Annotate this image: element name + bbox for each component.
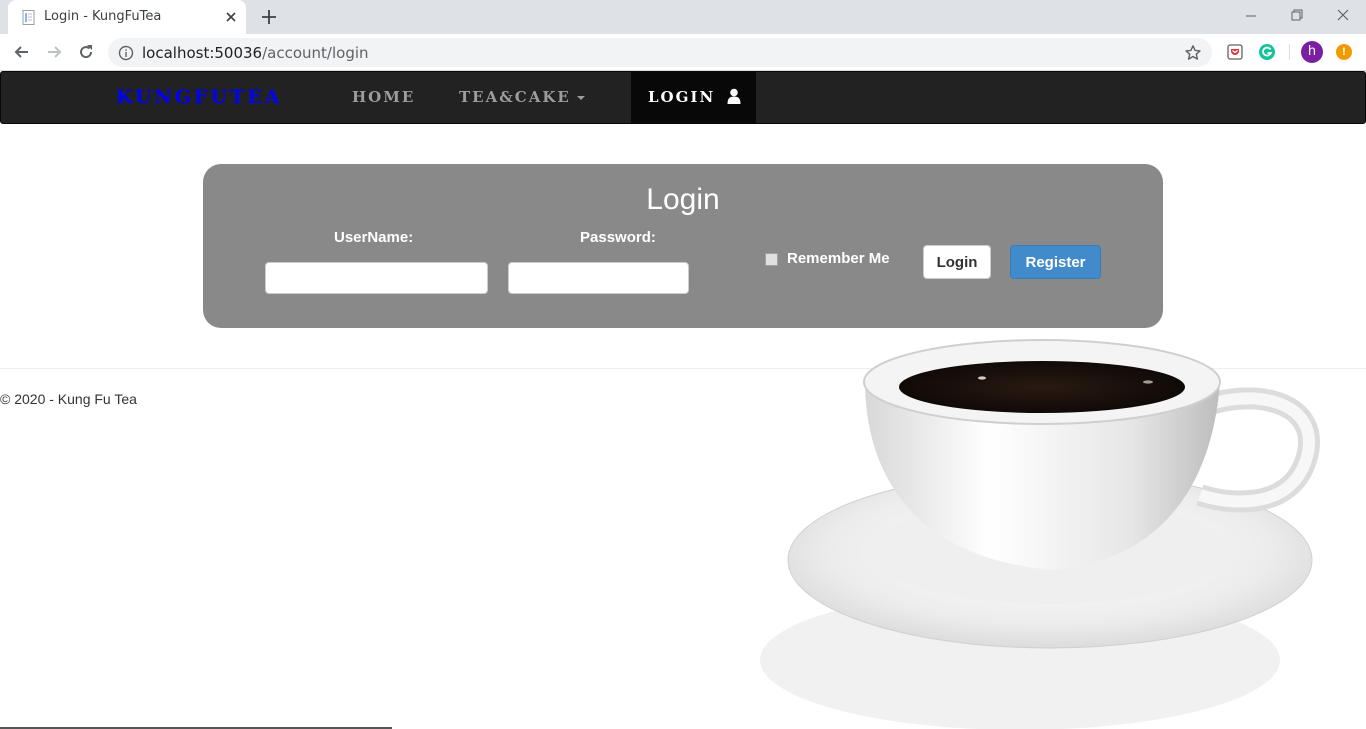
register-button[interactable]: Register <box>1010 245 1101 279</box>
footer-copyright: © 2020 - Kung Fu Tea <box>0 391 137 407</box>
restore-icon[interactable] <box>1286 6 1308 26</box>
brand-link[interactable]: KungFuTea <box>116 86 282 108</box>
url-host: localhost:50036 <box>142 44 263 62</box>
username-input[interactable] <box>265 262 488 294</box>
close-icon[interactable] <box>223 9 239 25</box>
bookmark-star-icon[interactable] <box>1184 44 1202 62</box>
back-arrow-icon[interactable] <box>12 42 32 62</box>
browser-tab[interactable]: Login - KungFuTea <box>8 0 246 34</box>
coffee-cup-image <box>760 339 1320 729</box>
browser-toolbar: localhost:50036/account/login h ! <box>0 34 1366 71</box>
forward-arrow-icon[interactable] <box>44 42 64 62</box>
toolbar-divider <box>1289 44 1290 60</box>
grammarly-extension-icon[interactable] <box>1258 43 1276 61</box>
remember-me-checkbox[interactable] <box>765 253 778 266</box>
nav-tea-cake-label: Tea&Cake <box>459 88 571 106</box>
update-badge[interactable]: ! <box>1336 44 1352 60</box>
nav-login[interactable]: Login <box>631 72 756 123</box>
nav-login-label: Login <box>648 88 716 106</box>
login-title: Login <box>646 183 720 216</box>
window-close-icon[interactable] <box>1332 6 1354 26</box>
remember-me-label: Remember Me <box>787 250 890 267</box>
url-path: /account/login <box>262 44 369 62</box>
profile-avatar[interactable]: h <box>1301 41 1323 63</box>
reload-icon[interactable] <box>76 42 96 62</box>
tab-title: Login - KungFuTea <box>44 9 162 24</box>
address-bar[interactable]: localhost:50036/account/login <box>108 38 1212 67</box>
password-input[interactable] <box>508 262 689 294</box>
nav-tea-cake-dropdown[interactable]: Tea&Cake <box>459 88 585 106</box>
pocket-extension-icon[interactable] <box>1226 43 1244 61</box>
page-icon <box>22 10 35 25</box>
username-label: UserName: <box>334 229 414 246</box>
browser-tabstrip: Login - KungFuTea <box>0 0 1366 34</box>
caret-down-icon <box>576 96 585 100</box>
nav-home[interactable]: Home <box>352 88 415 106</box>
url-text[interactable]: localhost:50036/account/login <box>142 44 369 62</box>
login-button[interactable]: Login <box>923 245 991 279</box>
user-icon <box>727 88 741 104</box>
info-icon[interactable] <box>118 45 134 61</box>
login-panel: Login UserName: Password: Remember Me Lo… <box>203 164 1163 328</box>
minimize-icon[interactable] <box>1240 6 1262 26</box>
site-navbar: KungFuTea Home Tea&Cake Login <box>0 71 1366 124</box>
password-label: Password: <box>580 229 656 246</box>
new-tab-icon[interactable] <box>260 8 278 26</box>
